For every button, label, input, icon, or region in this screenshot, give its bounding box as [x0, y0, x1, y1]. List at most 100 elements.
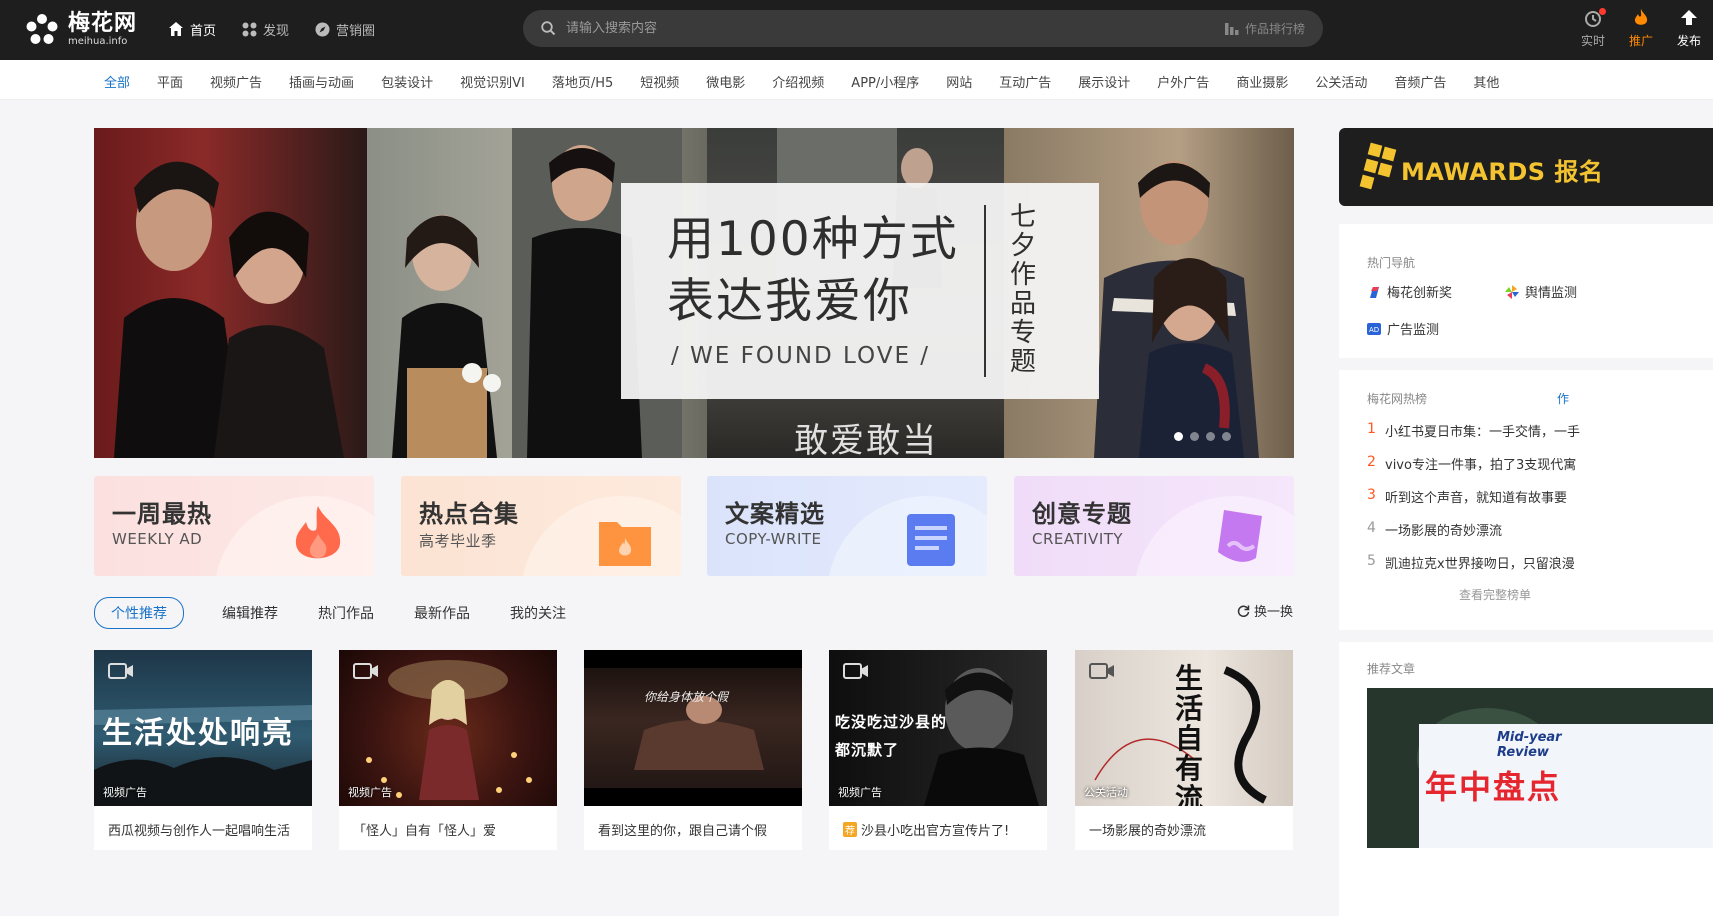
category-item[interactable]: 视觉识别VI [460, 72, 525, 91]
banner-photo-1 [94, 128, 367, 458]
feature-title: 热点合集 [419, 500, 519, 528]
plum-blossom-logo-icon [26, 14, 58, 44]
notification-dot [1599, 8, 1606, 15]
view-full-ranking-link[interactable]: 查看完整榜单 [1459, 586, 1531, 603]
mawards-banner[interactable]: MAWARDS 报名 [1339, 128, 1713, 206]
folder-icon [599, 522, 651, 566]
nav-link-opinion-monitor[interactable]: 舆情监测 [1505, 282, 1577, 301]
banner-dot[interactable] [1174, 432, 1183, 441]
logo-title: 梅花网 [68, 11, 138, 36]
banner-caption: 敢爱敢当 [794, 421, 938, 458]
work-card[interactable]: 你给身体放个假 看到这里的你，跟自己请个假 [584, 650, 802, 850]
work-card[interactable]: 视频广告 「怪人」自有「怪人」爱 [339, 650, 557, 850]
hot-list-item[interactable]: 5 凯迪拉克x世界接吻日，只留浪漫 [1367, 553, 1575, 572]
work-title[interactable]: 「怪人」自有「怪人」爱 [353, 820, 496, 839]
article-cn-title: 年中盘点 [1425, 768, 1562, 806]
realtime-label: 实时 [1580, 34, 1605, 48]
site-logo[interactable]: 梅花网 meihua.info [24, 10, 137, 50]
category-item[interactable]: 短视频 [640, 72, 679, 91]
tag-icon [1218, 510, 1262, 562]
category-item[interactable]: 展示设计 [1078, 72, 1130, 91]
promote-button[interactable]: 推广 [1617, 8, 1665, 49]
home-icon [169, 22, 183, 36]
works-ranking-link[interactable]: 作品排行榜 [1224, 20, 1305, 37]
work-thumbnail[interactable]: 生活自有流向 公关活动 [1075, 650, 1293, 806]
banner-headline-line-2: 表达我爱你 [667, 274, 912, 329]
nav-home-label: 首页 [190, 23, 217, 39]
article-thumbnail[interactable]: Mid-year Review 年中盘点 [1367, 688, 1713, 848]
mawards-logo-icon [1359, 142, 1397, 190]
work-thumbnail[interactable]: 你给身体放个假 [584, 650, 802, 806]
feature-card-creativity[interactable]: 创意专题 CREATIVITY [1014, 476, 1294, 576]
nav-home[interactable]: 首页 [168, 18, 216, 40]
tab-my-follows[interactable]: 我的关注 [510, 603, 566, 623]
tab-personal-recommend[interactable]: 个性推荐 [94, 597, 184, 629]
refresh-button[interactable]: 换一换 [1237, 601, 1293, 620]
document-icon [907, 514, 955, 566]
search-bar: 作品排行榜 [523, 10, 1323, 47]
category-item[interactable]: 插画与动画 [289, 72, 354, 91]
category-item[interactable]: 介绍视频 [772, 72, 824, 91]
work-thumbnail[interactable]: 视频广告 [339, 650, 557, 806]
hot-nav-heading: 热门导航 [1367, 256, 1416, 270]
category-item[interactable]: 音频广告 [1394, 72, 1446, 91]
category-item[interactable]: APP/小程序 [851, 72, 919, 91]
work-category-tag: 视频广告 [348, 786, 392, 799]
hot-list-item[interactable]: 4 一场影展的奇妙漂流 [1367, 520, 1502, 539]
category-item[interactable]: 平面 [157, 72, 183, 91]
compass-icon [315, 22, 330, 36]
search-input[interactable] [566, 21, 1166, 36]
category-item[interactable]: 视频广告 [210, 72, 262, 91]
feature-card-hot-topics[interactable]: 热点合集 高考毕业季 [401, 476, 681, 576]
realtime-button[interactable]: 实时 [1569, 8, 1617, 49]
category-item[interactable]: 户外广告 [1157, 72, 1209, 91]
hot-list-item[interactable]: 3 听到这个声音，就知道有故事要 [1367, 487, 1567, 506]
hot-list-item[interactable]: 1 小红书夏日市集：一手交情，一手 [1367, 421, 1580, 440]
category-item[interactable]: 商业摄影 [1236, 72, 1288, 91]
refresh-icon [1237, 605, 1250, 617]
work-thumbnail[interactable]: 生活处处响亮 视频广告 [94, 650, 312, 806]
category-item[interactable]: 落地页/H5 [552, 72, 613, 91]
hero-banner[interactable]: 用100种方式 表达我爱你 / WE FOUND LOVE / 七夕作品专题 敢… [94, 128, 1294, 458]
category-item[interactable]: 互动广告 [999, 72, 1051, 91]
nav-marketing-circle[interactable]: 营销圈 [315, 18, 375, 40]
work-card[interactable]: 生活自有流向 公关活动 一场影展的奇妙漂流 [1075, 650, 1293, 850]
upload-icon [1681, 10, 1697, 25]
hot-item-title: 凯迪拉克x世界接吻日，只留浪漫 [1385, 557, 1575, 572]
banner-dot[interactable] [1190, 432, 1199, 441]
nav-link-plum-award[interactable]: 梅花创新奖 [1367, 282, 1452, 301]
category-item[interactable]: 其他 [1473, 72, 1499, 91]
bar-chart-icon [1224, 23, 1239, 35]
feature-card-copywriting[interactable]: 文案精选 COPY-WRITE [707, 476, 987, 576]
banner-divider [984, 205, 986, 377]
hot-list-switch[interactable]: 作 [1557, 390, 1569, 407]
pinwheel-icon [1505, 284, 1519, 299]
resting-woman-scene [584, 650, 802, 806]
work-card[interactable]: 生活处处响亮 视频广告 西瓜视频与创作人一起唱响生活 [94, 650, 312, 850]
tab-editor-recommend[interactable]: 编辑推荐 [222, 603, 278, 623]
nav-link-ad-monitor[interactable]: AD 广告监测 [1367, 319, 1439, 338]
category-item[interactable]: 网站 [946, 72, 972, 91]
hot-list-item[interactable]: 2 vivo专注一件事，拍了3支现代寓 [1367, 454, 1576, 473]
work-title[interactable]: 西瓜视频与创作人一起唱响生活 [108, 820, 290, 839]
banner-dot[interactable] [1206, 432, 1215, 441]
tab-latest-works[interactable]: 最新作品 [414, 603, 470, 623]
work-thumbnail[interactable]: 吃没吃过沙县的 都沉默了 视频广告 [829, 650, 1047, 806]
feature-card-weekly-hot[interactable]: 一周最热 WEEKLY AD [94, 476, 374, 576]
work-card[interactable]: 吃没吃过沙县的 都沉默了 视频广告 荐 沙县小吃出官方宣传片了! [829, 650, 1047, 850]
work-title[interactable]: 看到这里的你，跟自己请个假 [598, 820, 767, 839]
work-title[interactable]: 一场影展的奇妙漂流 [1089, 820, 1206, 839]
flame-icon [295, 506, 341, 559]
category-item[interactable]: 全部 [104, 72, 130, 91]
publish-button[interactable]: 发布 [1665, 8, 1713, 49]
search-icon[interactable] [541, 21, 556, 36]
video-camera-icon [108, 663, 133, 679]
category-item[interactable]: 微电影 [706, 72, 745, 91]
category-item[interactable]: 包装设计 [381, 72, 433, 91]
category-item[interactable]: 公关活动 [1315, 72, 1367, 91]
thumbnail-headline: 生活处处响亮 [102, 716, 294, 751]
banner-dot[interactable] [1222, 432, 1231, 441]
work-title[interactable]: 荐 沙县小吃出官方宣传片了! [843, 820, 1009, 839]
nav-discover[interactable]: 发现 [242, 18, 289, 40]
tab-hot-works[interactable]: 热门作品 [318, 603, 374, 623]
